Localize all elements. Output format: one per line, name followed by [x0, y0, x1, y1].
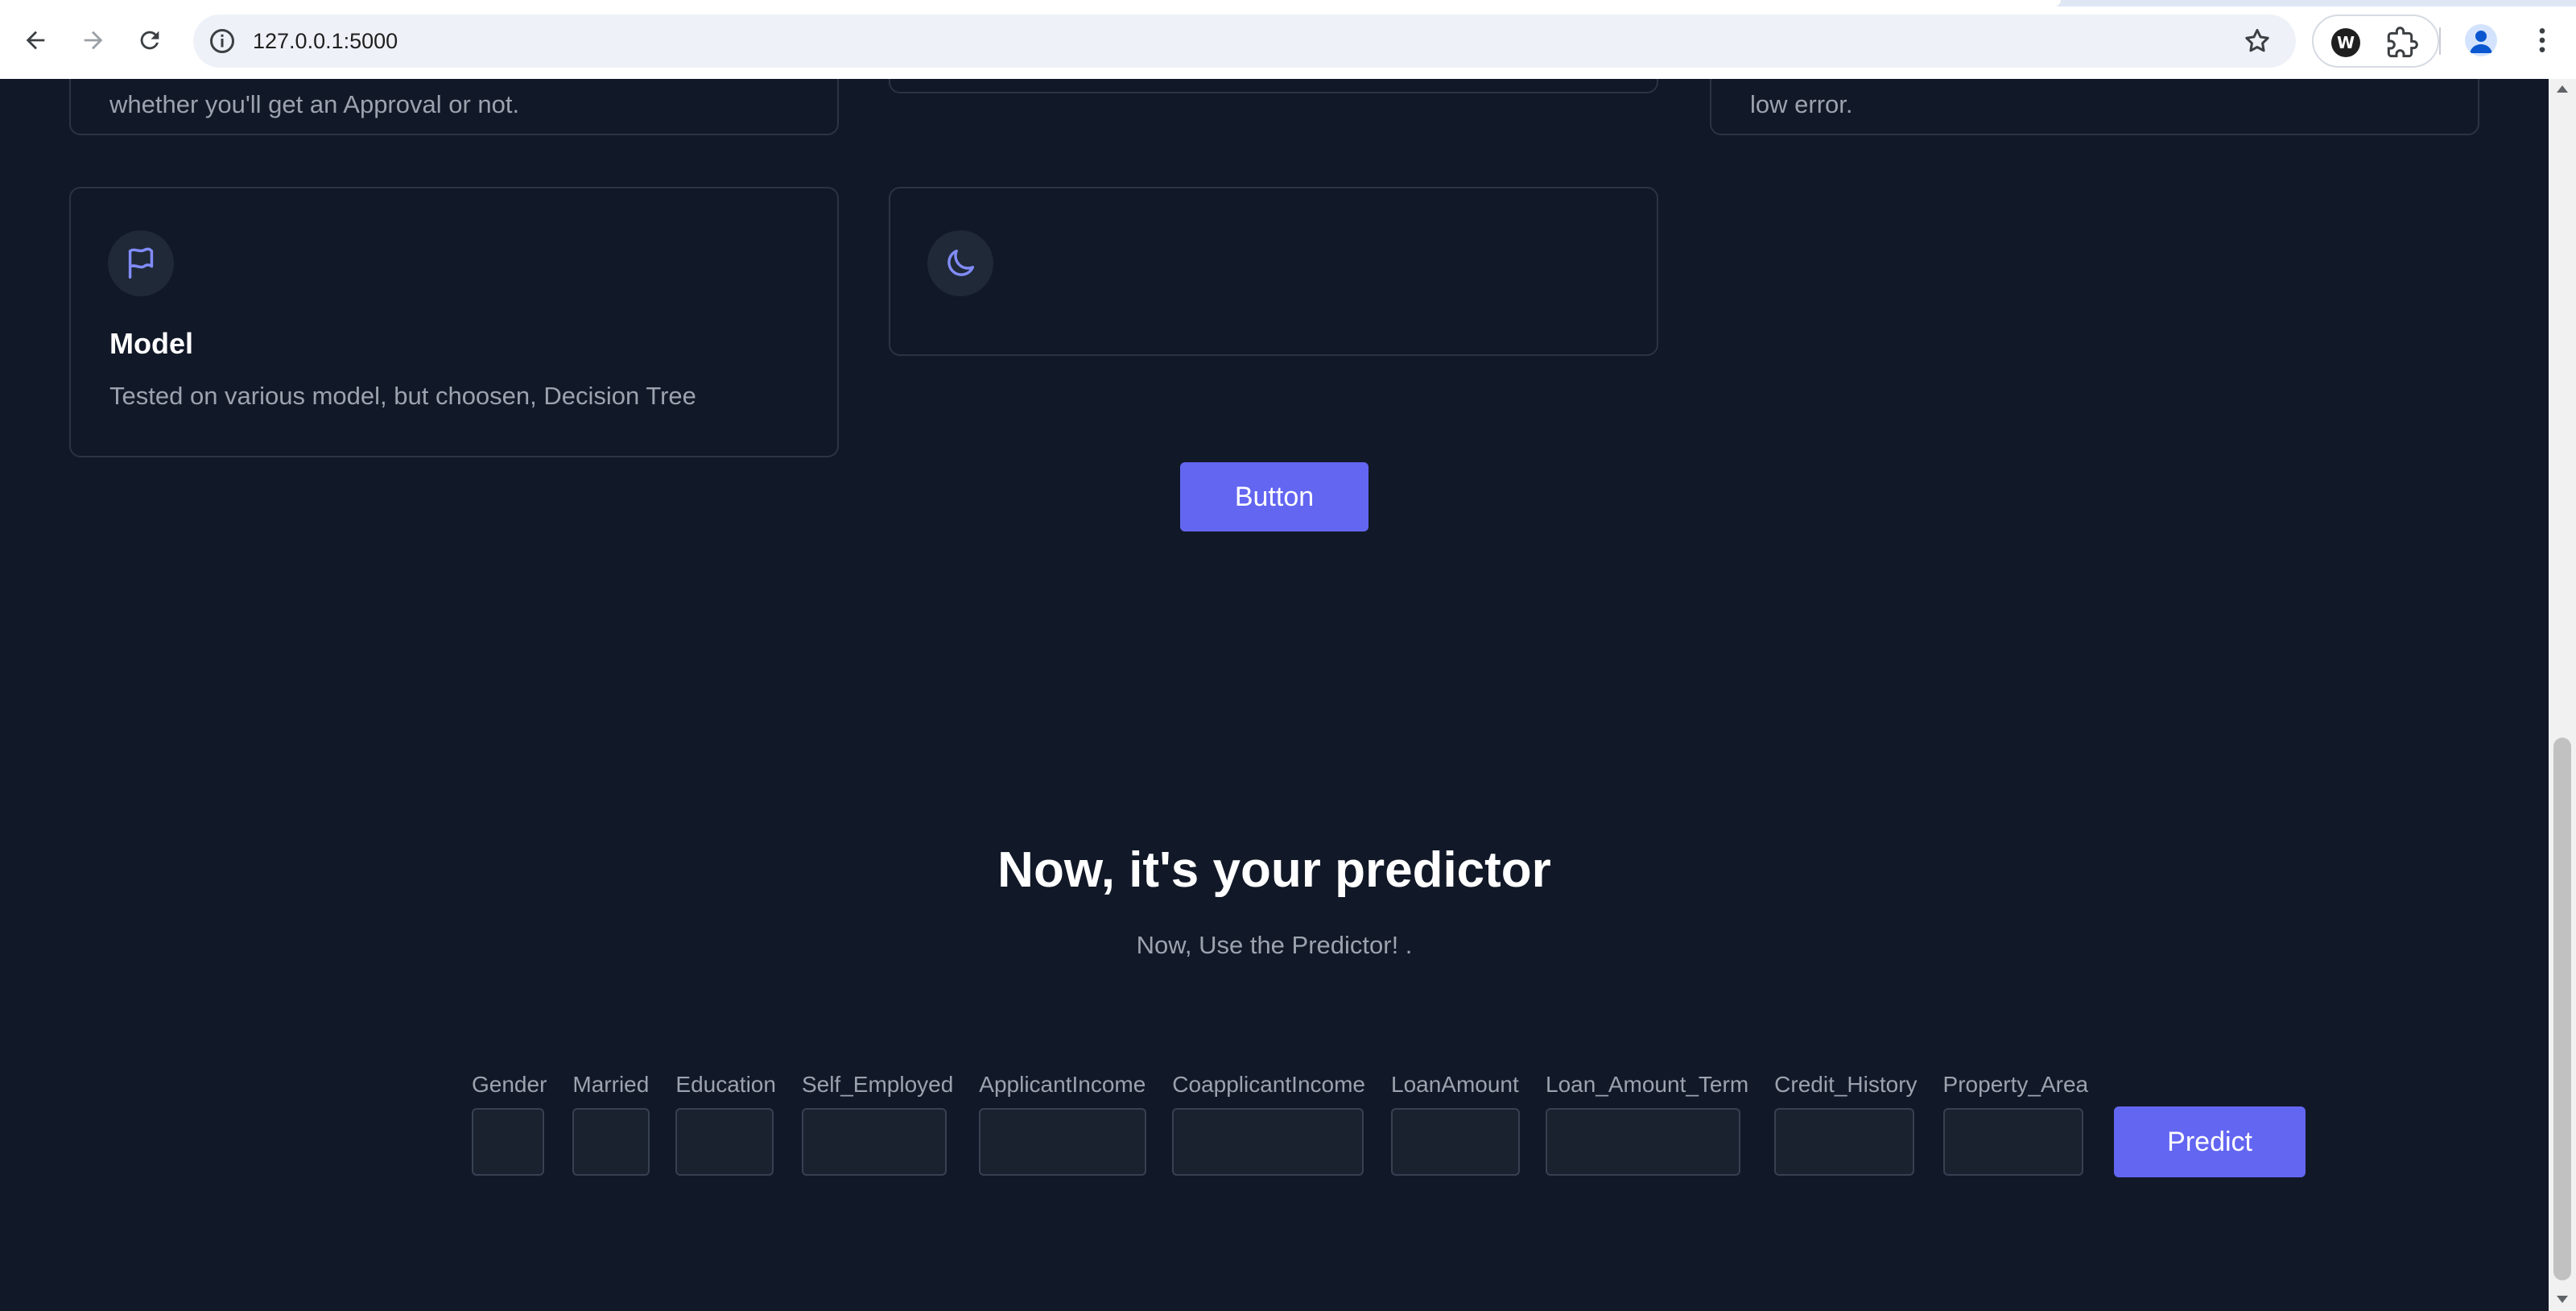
moon-icon [927, 230, 993, 296]
field-label: CoapplicantIncome [1172, 1072, 1365, 1097]
card-description: whether you'll get an Approval or not. [109, 90, 520, 118]
feature-card-partial-middle [889, 79, 1658, 93]
field-label: Education [675, 1072, 776, 1097]
loan-amount-input[interactable] [1391, 1108, 1520, 1176]
extensions-group: W [2312, 14, 2439, 68]
url-text[interactable]: 127.0.0.1:5000 [253, 26, 398, 56]
feature-card-theme [889, 187, 1658, 356]
active-tab-edge [0, 0, 2061, 6]
arrow-right-icon [84, 31, 103, 50]
field-label: Property_Area [1942, 1072, 2089, 1097]
main-button[interactable]: Button [1180, 462, 1368, 531]
field-married: Married [572, 1071, 650, 1176]
field-coapplicant-income: CoapplicantIncome [1172, 1071, 1365, 1176]
field-label: Credit_History [1774, 1072, 1918, 1097]
field-property-area: Property_Area [1942, 1071, 2089, 1176]
credit-history-input[interactable] [1774, 1108, 1915, 1176]
field-loan-amount: LoanAmount [1391, 1071, 1520, 1176]
married-input[interactable] [572, 1108, 650, 1176]
page-scrollbar[interactable] [2549, 79, 2576, 1311]
card-title: Model [109, 327, 193, 360]
page-viewport: whether you'll get an Approval or not. l… [0, 79, 2549, 1311]
scrollbar-thumb[interactable] [2553, 738, 2571, 1280]
field-label: Married [572, 1072, 650, 1097]
education-input[interactable] [675, 1108, 774, 1176]
scroll-up-arrow-icon[interactable] [2557, 85, 2568, 93]
extension-w-icon[interactable]: W [2331, 28, 2360, 57]
field-label: ApplicantIncome [979, 1072, 1146, 1097]
self-employed-input[interactable] [801, 1108, 947, 1176]
predict-button[interactable]: Predict [2114, 1106, 2306, 1177]
loan-amount-term-input[interactable] [1546, 1108, 1740, 1176]
field-gender: Gender [472, 1071, 547, 1176]
feature-card-partial-left: whether you'll get an Approval or not. [69, 79, 839, 135]
field-label: Loan_Amount_Term [1546, 1072, 1749, 1097]
feature-card-model: Model Tested on various model, but choos… [69, 187, 839, 457]
field-applicant-income: ApplicantIncome [979, 1071, 1147, 1176]
applicant-income-input[interactable] [979, 1108, 1147, 1176]
arrow-left-icon [26, 31, 45, 50]
gender-input[interactable] [472, 1108, 544, 1176]
field-loan-amount-term: Loan_Amount_Term [1546, 1071, 1748, 1176]
property-area-input[interactable] [1942, 1108, 2083, 1176]
extensions-puzzle-icon[interactable] [2386, 27, 2418, 59]
address-bar[interactable]: 127.0.0.1:5000 [193, 14, 2296, 68]
card-description: Tested on various model, but choosen, De… [109, 382, 696, 410]
field-label: Gender [472, 1072, 547, 1097]
field-credit-history: Credit_History [1774, 1071, 1918, 1176]
flag-icon [108, 230, 174, 296]
feature-card-partial-right: low error. [1710, 79, 2479, 135]
reload-button[interactable] [130, 21, 169, 60]
back-button[interactable] [16, 21, 55, 60]
scroll-down-arrow-icon[interactable] [2557, 1296, 2568, 1303]
field-self-employed: Self_Employed [801, 1071, 954, 1176]
browser-toolbar: 127.0.0.1:5000 W [0, 0, 2576, 79]
card-description: low error. [1750, 90, 1853, 118]
kebab-menu-icon[interactable] [2526, 24, 2558, 56]
tab-strip-edge [0, 0, 2576, 6]
coapplicant-income-input[interactable] [1172, 1108, 1364, 1176]
field-label: Self_Employed [801, 1072, 954, 1097]
field-education: Education [675, 1071, 776, 1176]
field-label: LoanAmount [1391, 1072, 1519, 1097]
profile-avatar-icon[interactable] [2465, 24, 2497, 56]
forward-button[interactable] [74, 21, 113, 60]
site-info-icon[interactable] [208, 27, 237, 56]
predictor-form: Gender Married Education Self_Employed A… [472, 1055, 2306, 1177]
predictor-subtitle: Now, Use the Predictor! . [1136, 931, 1413, 959]
bookmark-star-icon[interactable] [2243, 27, 2272, 56]
predictor-title: Now, it's your predictor [997, 842, 1551, 898]
reload-icon [140, 31, 159, 50]
toolbar-divider [2439, 27, 2441, 55]
